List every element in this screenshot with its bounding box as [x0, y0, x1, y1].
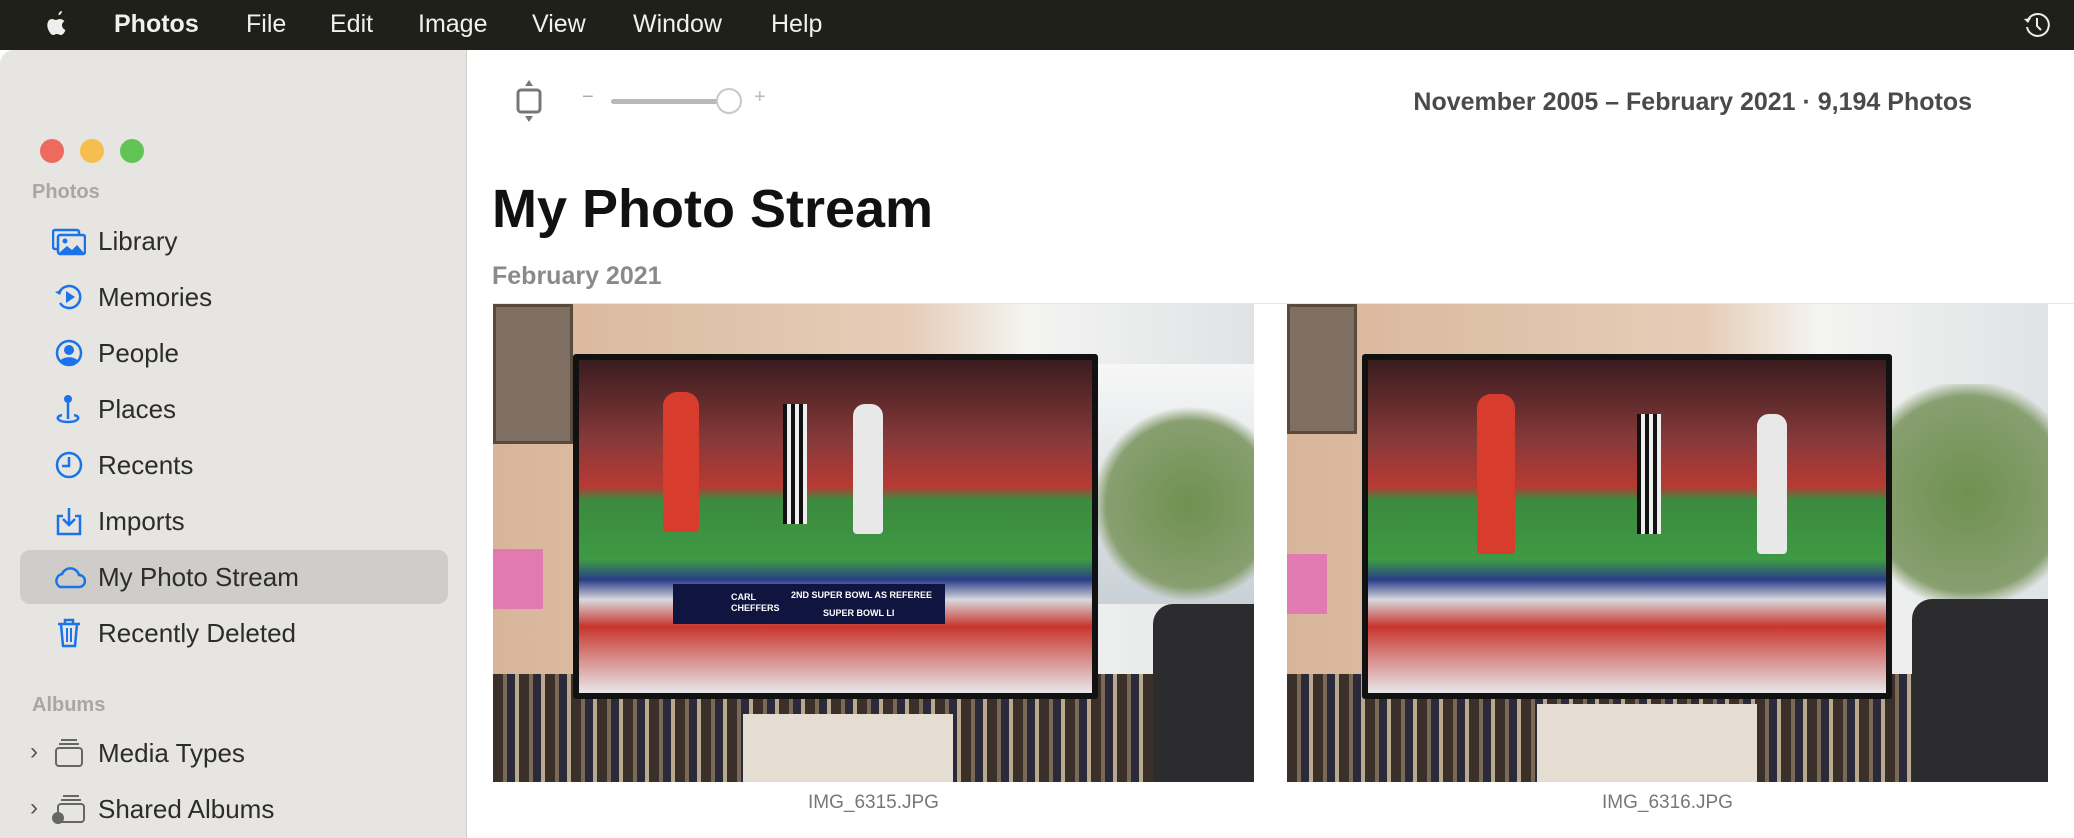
sidebar-item-label: Media Types	[98, 738, 245, 768]
people-icon	[55, 339, 83, 367]
sidebar-item-imports[interactable]: Imports	[20, 494, 448, 548]
menu-photos[interactable]: Photos	[114, 10, 199, 39]
sidebar-item-places[interactable]: Places	[20, 382, 448, 436]
cloud-icon	[55, 567, 86, 589]
chevron-right-icon[interactable]: ›	[30, 738, 38, 766]
zoom-button[interactable]	[120, 139, 144, 163]
sidebar-item-label: Memories	[98, 282, 213, 312]
menu-edit[interactable]: Edit	[330, 10, 373, 39]
apple-logo-icon[interactable]	[44, 9, 70, 39]
sidebar-item-label: Library	[98, 226, 178, 256]
imports-icon	[56, 508, 82, 536]
sidebar-item-memories[interactable]: Memories	[20, 270, 448, 324]
trash-icon	[58, 618, 80, 648]
sidebar-item-library[interactable]: Library	[20, 214, 448, 268]
recents-icon	[55, 451, 83, 479]
photo-thumbnail[interactable]	[1287, 304, 2048, 782]
sidebar-item-media-types[interactable]: › Media Types	[20, 726, 448, 780]
zoom-out-icon[interactable]: −	[582, 86, 594, 109]
places-icon	[56, 395, 80, 424]
sidebar-item-recents[interactable]: Recents	[20, 438, 448, 492]
sidebar-item-label: Shared Albums	[98, 794, 275, 824]
sidebar-item-label: People	[98, 338, 179, 368]
photo-thumbnail[interactable]: CARL CHEFFERS 2ND SUPER BOWL AS REFEREE …	[493, 304, 1254, 782]
sidebar-item-label: Recents	[98, 450, 194, 480]
section-header-albums: Albums	[32, 694, 106, 716]
sidebar-item-label: Places	[98, 394, 177, 424]
aspect-toggle-icon[interactable]	[514, 78, 544, 124]
section-date: February 2021	[492, 262, 662, 290]
menu-help[interactable]: Help	[771, 10, 822, 39]
menu-image[interactable]: Image	[418, 10, 487, 39]
zoom-slider[interactable]	[611, 99, 733, 104]
chevron-right-icon[interactable]: ›	[30, 794, 38, 822]
sidebar-item-people[interactable]: People	[20, 326, 448, 380]
main-content: − + November 2005 – February 2021 · 9,19…	[468, 50, 2074, 838]
menu-bar: Photos File Edit Image View Window Help	[0, 0, 2074, 50]
sidebar-item-label: My Photo Stream	[98, 562, 299, 592]
sidebar: Photos Library Memories People Places Re…	[0, 50, 467, 838]
chyron-line2: SUPER BOWL LI	[823, 608, 895, 618]
menu-file[interactable]: File	[246, 10, 286, 39]
sidebar-item-recently-deleted[interactable]: Recently Deleted	[20, 606, 448, 660]
photo-filename: IMG_6315.JPG	[808, 792, 939, 813]
zoom-in-icon[interactable]: +	[754, 86, 766, 109]
sidebar-item-shared-albums[interactable]: › Shared Albums	[20, 782, 448, 836]
photo-filename: IMG_6316.JPG	[1602, 792, 1733, 813]
zoom-slider-knob[interactable]	[716, 88, 742, 114]
page-title: My Photo Stream	[492, 179, 934, 239]
tv-chyron: CARL CHEFFERS 2ND SUPER BOWL AS REFEREE …	[673, 584, 945, 624]
sidebar-item-label: Imports	[98, 506, 185, 536]
time-machine-icon[interactable]	[2022, 10, 2052, 40]
chyron-line1: 2ND SUPER BOWL AS REFEREE	[791, 590, 933, 600]
memories-icon	[55, 284, 82, 310]
menu-window[interactable]: Window	[633, 10, 722, 39]
library-icon	[52, 228, 86, 256]
shared-albums-icon	[52, 795, 85, 824]
minimize-button[interactable]	[80, 139, 104, 163]
menu-view[interactable]: View	[532, 10, 586, 39]
sidebar-item-my-photo-stream[interactable]: My Photo Stream	[20, 550, 448, 604]
close-button[interactable]	[40, 139, 64, 163]
media-types-icon	[55, 739, 83, 767]
chyron-name: CARL CHEFFERS	[731, 592, 780, 613]
section-header-photos: Photos	[32, 181, 100, 203]
sidebar-item-label: Recently Deleted	[98, 618, 296, 648]
date-range-summary: November 2005 – February 2021 · 9,194 Ph…	[1413, 88, 1972, 116]
